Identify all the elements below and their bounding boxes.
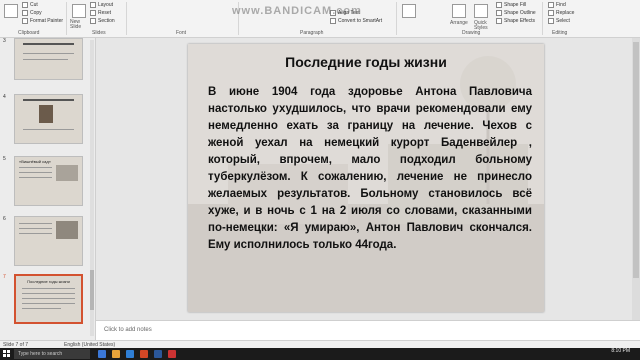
- status-bar: Slide 7 of 7 English (United States): [0, 340, 640, 348]
- windows-start-icon[interactable]: [3, 350, 11, 358]
- brush-icon: [22, 18, 28, 24]
- notes-placeholder: Click to add notes: [104, 327, 152, 333]
- smartart-button[interactable]: Convert to SmartArt: [330, 18, 382, 24]
- slide-body-text[interactable]: В июне 1904 года здоровье Антона Павлови…: [208, 84, 532, 254]
- layout-icon: [90, 2, 96, 8]
- replace-icon: [548, 10, 554, 16]
- slide-thumbnail-5[interactable]: «Вишнёвый сад»: [14, 156, 83, 206]
- slide-thumbnail-pane: 3 4 5 «Вишнёвый сад» 6 7 Последние годы …: [0, 38, 96, 340]
- reset-button[interactable]: Reset: [90, 10, 111, 16]
- windows-taskbar: Type here to search 8:10 PM: [0, 348, 640, 360]
- smartart-icon: [330, 18, 336, 24]
- slide-title[interactable]: Последние годы жизни: [188, 54, 544, 70]
- group-divider: [542, 2, 543, 35]
- slide-editor-canvas: Последние годы жизни В июне 1904 года зд…: [96, 38, 640, 320]
- section-icon: [90, 18, 96, 24]
- cut-button[interactable]: Cut: [22, 2, 38, 8]
- arrange-label: Arrange: [450, 20, 468, 26]
- thumb-title-line: [23, 43, 74, 45]
- thumb-title-line: [23, 99, 74, 101]
- thumbnail-scroll-thumb[interactable]: [90, 270, 94, 310]
- shape-effects-button[interactable]: Shape Effects: [496, 18, 535, 24]
- thumb-text-line: [19, 223, 52, 224]
- thumb-text-line: [19, 233, 52, 234]
- search-icon: [548, 2, 554, 8]
- group-divider: [396, 2, 397, 35]
- thumb-text-line: [22, 303, 75, 304]
- reset-icon: [90, 10, 96, 16]
- current-slide[interactable]: Последние годы жизни В июне 1904 года зд…: [188, 44, 544, 312]
- word-icon[interactable]: [154, 350, 162, 358]
- slide-thumbnail-4[interactable]: [14, 94, 83, 144]
- select-button[interactable]: Select: [548, 18, 570, 24]
- effects-icon: [496, 18, 502, 24]
- slide-number: 7: [3, 274, 6, 280]
- thumb-image: [56, 165, 78, 181]
- find-button[interactable]: Find: [548, 2, 566, 8]
- section-button[interactable]: Section: [90, 18, 115, 24]
- thumb-text-line: [19, 228, 52, 229]
- slide-number: 5: [3, 156, 6, 162]
- ribbon: Cut Copy Format Painter Clipboard New Sl…: [0, 0, 640, 38]
- layout-button[interactable]: Layout: [90, 2, 113, 8]
- copy-button[interactable]: Copy: [22, 10, 42, 16]
- slide-number: 3: [3, 38, 6, 44]
- editing-group-label: Editing: [552, 30, 568, 36]
- thumb-image: [56, 221, 78, 239]
- group-divider: [126, 2, 127, 35]
- drawing-group-label: Drawing: [462, 30, 481, 36]
- arrange-icon[interactable]: [452, 4, 466, 18]
- task-view-icon[interactable]: [98, 350, 106, 358]
- font-group-label: Font: [176, 30, 187, 36]
- paste-icon[interactable]: [4, 4, 18, 18]
- edge-icon[interactable]: [126, 350, 134, 358]
- canvas-scroll-thumb[interactable]: [633, 42, 639, 278]
- clipboard-group-label: Clipboard: [18, 30, 40, 36]
- slide-thumbnail-7[interactable]: Последние годы жизни: [14, 274, 83, 324]
- paint-bucket-icon: [496, 2, 502, 8]
- thumb-text-line: [19, 172, 52, 173]
- slide-number: 4: [3, 94, 6, 100]
- shape-fill-button[interactable]: Shape Fill: [496, 2, 526, 8]
- slides-group-label: Slides: [92, 30, 106, 36]
- thumb-text-line: [19, 167, 52, 168]
- thumb-text-line: [22, 293, 75, 294]
- slide-thumbnail-6[interactable]: [14, 216, 83, 266]
- shapes-gallery-icon[interactable]: [402, 4, 416, 18]
- copy-icon: [22, 10, 28, 16]
- pen-icon: [496, 10, 502, 16]
- thumb-text-line: [23, 53, 74, 54]
- slide-number: 6: [3, 216, 6, 222]
- bandicam-icon[interactable]: [168, 350, 176, 358]
- quick-styles-icon[interactable]: [474, 4, 488, 18]
- thumb-text-line: [19, 177, 52, 178]
- taskbar-search-input[interactable]: Type here to search: [14, 349, 90, 359]
- bandicam-watermark: www.BANDICAM.com: [232, 5, 362, 17]
- thumb-caption: «Вишнёвый сад»: [19, 159, 51, 164]
- system-clock[interactable]: 8:10 PM: [611, 348, 630, 354]
- file-explorer-icon[interactable]: [112, 350, 120, 358]
- replace-button[interactable]: Replace: [548, 10, 574, 16]
- new-slide-icon[interactable]: [72, 4, 86, 18]
- shape-outline-button[interactable]: Shape Outline: [496, 10, 536, 16]
- notes-pane[interactable]: Click to add notes: [96, 320, 640, 342]
- powerpoint-icon[interactable]: [140, 350, 148, 358]
- scissors-icon: [22, 2, 28, 8]
- paragraph-group-label: Paragraph: [300, 30, 324, 36]
- new-slide-label-2: Slide: [70, 24, 82, 30]
- group-divider: [66, 2, 67, 35]
- portrait-image: [39, 105, 53, 123]
- thumb-text-line: [23, 129, 74, 130]
- thumb-text-line: [22, 308, 61, 309]
- format-painter-button[interactable]: Format Painter: [22, 18, 63, 24]
- thumb-caption: Последние годы жизни: [27, 279, 70, 284]
- thumb-text-line: [22, 298, 75, 299]
- thumb-text-line: [23, 59, 68, 60]
- cursor-icon: [548, 18, 554, 24]
- thumb-text-line: [22, 288, 75, 289]
- slide-thumbnail-3[interactable]: [14, 38, 83, 80]
